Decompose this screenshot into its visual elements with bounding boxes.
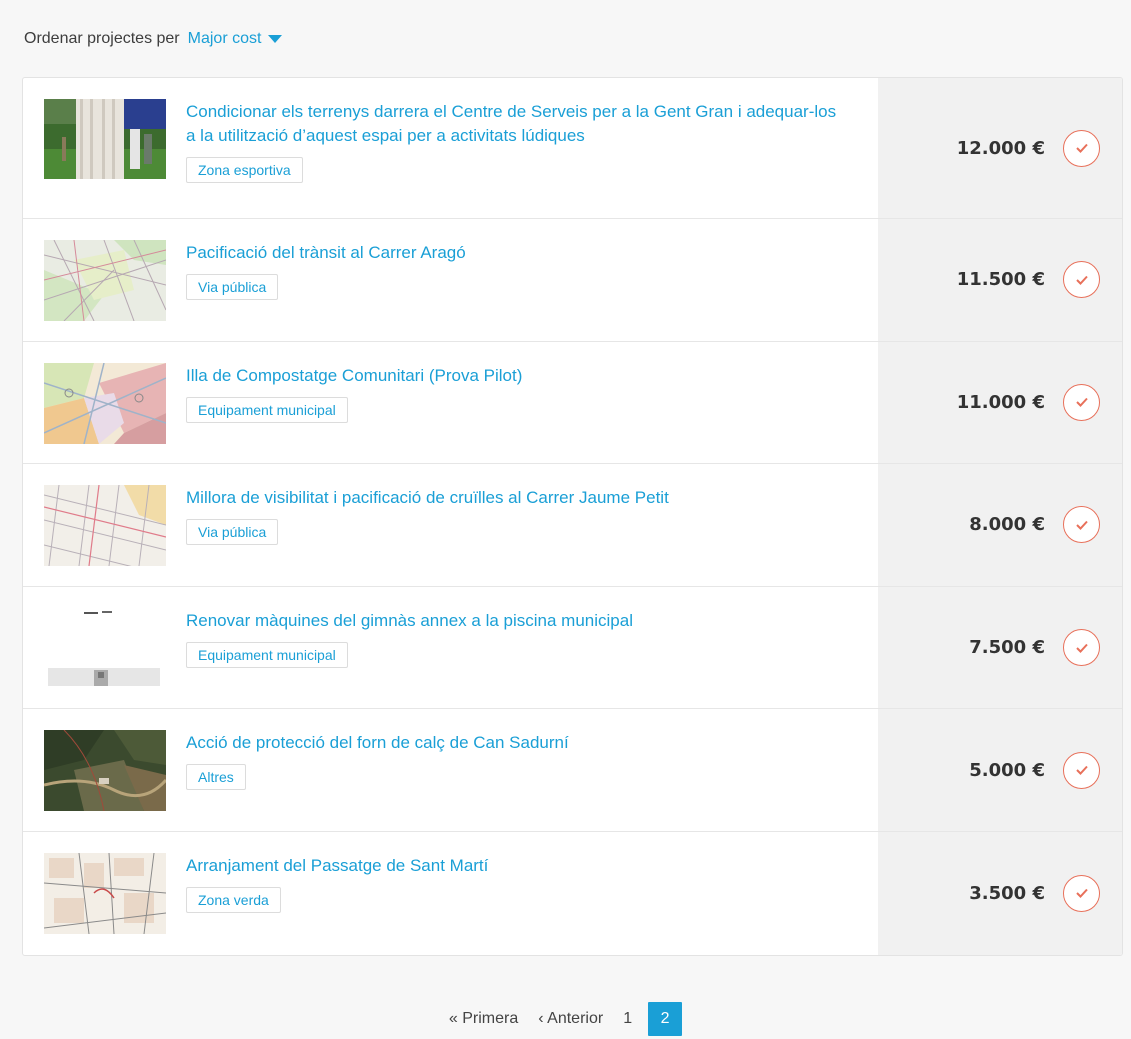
project-cost-panel: 12.000 € (878, 78, 1122, 218)
project-info: Illa de Compostatge Comunitari (Prova Pi… (186, 364, 838, 423)
select-project-button[interactable] (1063, 506, 1100, 544)
project-cost-panel: 11.500 € (878, 219, 1122, 341)
project-info: Condicionar els terrenys darrera el Cent… (186, 100, 838, 183)
check-icon (1075, 143, 1088, 153)
project-amount: 3.500 € (969, 882, 1045, 904)
project-row: Illa de Compostatge Comunitari (Prova Pi… (23, 341, 1122, 465)
project-main: Pacificació del trànsit al Carrer Aragó … (23, 219, 878, 341)
project-title[interactable]: Illa de Compostatge Comunitari (Prova Pi… (186, 364, 838, 388)
project-thumbnail[interactable] (44, 99, 166, 179)
project-amount: 11.000 € (956, 391, 1045, 413)
project-title[interactable]: Renovar màquines del gimnàs annex a la p… (186, 609, 838, 633)
project-title[interactable]: Millora de visibilitat i pacificació de … (186, 486, 838, 510)
check-icon (1075, 889, 1088, 899)
project-info: Pacificació del trànsit al Carrer Aragó … (186, 241, 838, 300)
project-thumbnail[interactable] (44, 730, 166, 812)
check-icon (1075, 643, 1088, 653)
project-thumbnail[interactable] (44, 485, 166, 567)
project-main: Millora de visibilitat i pacificació de … (23, 464, 878, 586)
project-main: Arranjament del Passatge de Sant Martí Z… (23, 832, 878, 955)
project-list: Condicionar els terrenys darrera el Cent… (22, 77, 1123, 956)
project-thumbnail[interactable] (44, 607, 166, 689)
project-category-tag[interactable]: Via pública (186, 274, 279, 300)
project-row: Pacificació del trànsit al Carrer Aragó … (23, 219, 1122, 342)
sort-value: Major cost (187, 30, 262, 47)
project-thumbnail[interactable] (44, 240, 166, 321)
project-category-tag[interactable]: Zona esportiva (186, 157, 303, 183)
select-project-button[interactable] (1063, 874, 1100, 912)
project-amount: 8.000 € (969, 514, 1045, 536)
project-amount: 11.500 € (956, 269, 1045, 291)
pagination-page-1[interactable]: 1 (623, 1010, 632, 1028)
select-project-button[interactable] (1063, 751, 1100, 789)
project-cost-panel: 3.500 € (878, 831, 1122, 955)
project-cost-panel: 8.000 € (878, 464, 1122, 586)
project-thumbnail[interactable] (44, 852, 166, 934)
project-title[interactable]: Pacificació del trànsit al Carrer Aragó (186, 241, 838, 265)
project-row: Renovar màquines del gimnàs annex a la p… (23, 586, 1122, 710)
project-main: Renovar màquines del gimnàs annex a la p… (23, 587, 878, 709)
project-category-tag[interactable]: Via pública (186, 519, 279, 546)
project-cost-panel: 7.500 € (878, 586, 1122, 709)
check-icon (1075, 765, 1088, 776)
sort-dropdown[interactable]: Major cost (188, 30, 283, 48)
select-project-button[interactable] (1063, 129, 1100, 167)
project-amount: 12.000 € (956, 137, 1045, 159)
select-project-button[interactable] (1063, 629, 1100, 667)
project-info: Acció de protecció del forn de calç de C… (186, 731, 838, 791)
check-icon (1075, 520, 1088, 530)
sort-label: Ordenar projectes per (24, 30, 180, 47)
pagination-first[interactable]: « Primera (449, 1010, 518, 1028)
project-category-tag[interactable]: Equipament municipal (186, 641, 348, 668)
pagination-page-2-current[interactable]: 2 (648, 1002, 683, 1036)
project-main: Illa de Compostatge Comunitari (Prova Pi… (23, 342, 878, 464)
caret-down-icon (268, 35, 283, 43)
project-main: Condicionar els terrenys darrera el Cent… (23, 78, 878, 218)
project-row: Acció de protecció del forn de calç de C… (23, 709, 1122, 832)
select-project-button[interactable] (1063, 261, 1100, 299)
project-thumbnail[interactable] (44, 362, 166, 444)
project-main: Acció de protecció del forn de calç de C… (23, 709, 878, 831)
select-project-button[interactable] (1063, 383, 1100, 421)
project-row: Condicionar els terrenys darrera el Cent… (23, 78, 1122, 219)
project-title[interactable]: Acció de protecció del forn de calç de C… (186, 731, 838, 755)
project-info: Millora de visibilitat i pacificació de … (186, 486, 838, 546)
project-row: Arranjament del Passatge de Sant Martí Z… (23, 831, 1122, 955)
project-info: Arranjament del Passatge de Sant Martí Z… (186, 854, 838, 913)
project-category-tag[interactable]: Altres (186, 764, 246, 791)
project-title[interactable]: Condicionar els terrenys darrera el Cent… (186, 100, 838, 148)
check-icon (1075, 398, 1088, 408)
project-category-tag[interactable]: Equipament municipal (186, 396, 348, 423)
pagination: « Primera ‹ Anterior 1 2 (0, 1002, 1131, 1036)
project-category-tag[interactable]: Zona verda (186, 886, 281, 913)
check-icon (1075, 275, 1088, 285)
project-row: Millora de visibilitat i pacificació de … (23, 464, 1122, 587)
project-amount: 7.500 € (969, 637, 1045, 659)
sort-bar: Ordenar projectes per Major cost (24, 30, 283, 48)
project-cost-panel: 5.000 € (878, 709, 1122, 831)
project-info: Renovar màquines del gimnàs annex a la p… (186, 609, 838, 668)
project-amount: 5.000 € (969, 759, 1045, 781)
project-cost-panel: 11.000 € (878, 341, 1122, 464)
project-title[interactable]: Arranjament del Passatge de Sant Martí (186, 854, 838, 878)
pagination-previous[interactable]: ‹ Anterior (538, 1010, 603, 1028)
